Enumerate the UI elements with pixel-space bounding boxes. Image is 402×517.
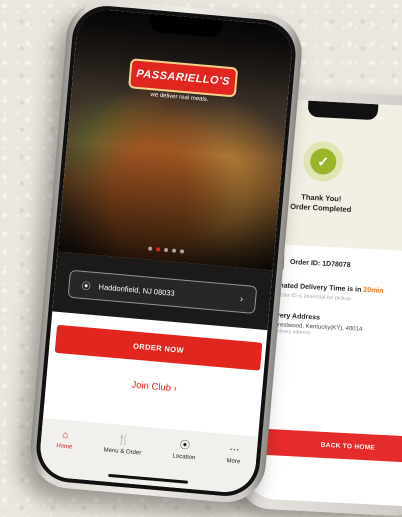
chevron-right-icon: › — [239, 293, 244, 304]
location-pin-icon: ⦿ — [179, 439, 191, 452]
delivery-time-value: 20min — [363, 286, 384, 295]
location-value: Haddonfield, NJ 08033 — [98, 281, 176, 298]
notch — [307, 100, 379, 121]
hero-carousel-image[interactable] — [57, 7, 295, 271]
home-phone: PASSARIELLO'S we deliver real meals. ⦿ H… — [27, 0, 305, 506]
carousel-dot-active[interactable] — [155, 247, 161, 252]
utensils-icon: 🍴 — [116, 434, 131, 447]
order-id: Order ID: 1D78078 — [289, 258, 351, 269]
location-pin-icon: ⦿ — [81, 280, 92, 292]
checkmark-icon: ✓ — [309, 147, 337, 176]
order-id-row: Order ID: 1D78078 — [265, 251, 402, 279]
home-icon: ⌂ — [61, 429, 69, 442]
success-badge: ✓ — [302, 140, 345, 183]
tab-label: Menu & Order — [103, 447, 142, 457]
join-club-label: Join Club — [130, 379, 172, 394]
carousel-dot[interactable] — [179, 249, 185, 254]
carousel-dot[interactable] — [171, 248, 177, 253]
tab-label: Location — [172, 453, 196, 462]
carousel-dot[interactable] — [147, 246, 153, 251]
more-icon: ⋯ — [228, 444, 240, 457]
tab-home[interactable]: ⌂ Home — [56, 429, 74, 451]
home-screen: PASSARIELLO'S we deliver real meals. ⦿ H… — [37, 7, 295, 495]
back-to-home-button[interactable]: BACK TO HOME — [255, 428, 402, 464]
order-now-button[interactable]: ORDER NOW — [54, 324, 263, 371]
tab-more[interactable]: ⋯ More — [226, 444, 241, 465]
tab-label: Home — [56, 443, 73, 451]
join-club-link[interactable]: Join Club › — [46, 372, 262, 402]
bottom-tab-bar: ⌂ Home 🍴 Menu & Order ⦿ Location ⋯ More — [37, 417, 259, 495]
tab-location[interactable]: ⦿ Location — [172, 439, 196, 461]
carousel-dot[interactable] — [163, 247, 169, 253]
tab-menu-order[interactable]: 🍴 Menu & Order — [103, 433, 142, 456]
chevron-right-icon: › — [173, 383, 178, 395]
tab-label: More — [226, 458, 241, 466]
